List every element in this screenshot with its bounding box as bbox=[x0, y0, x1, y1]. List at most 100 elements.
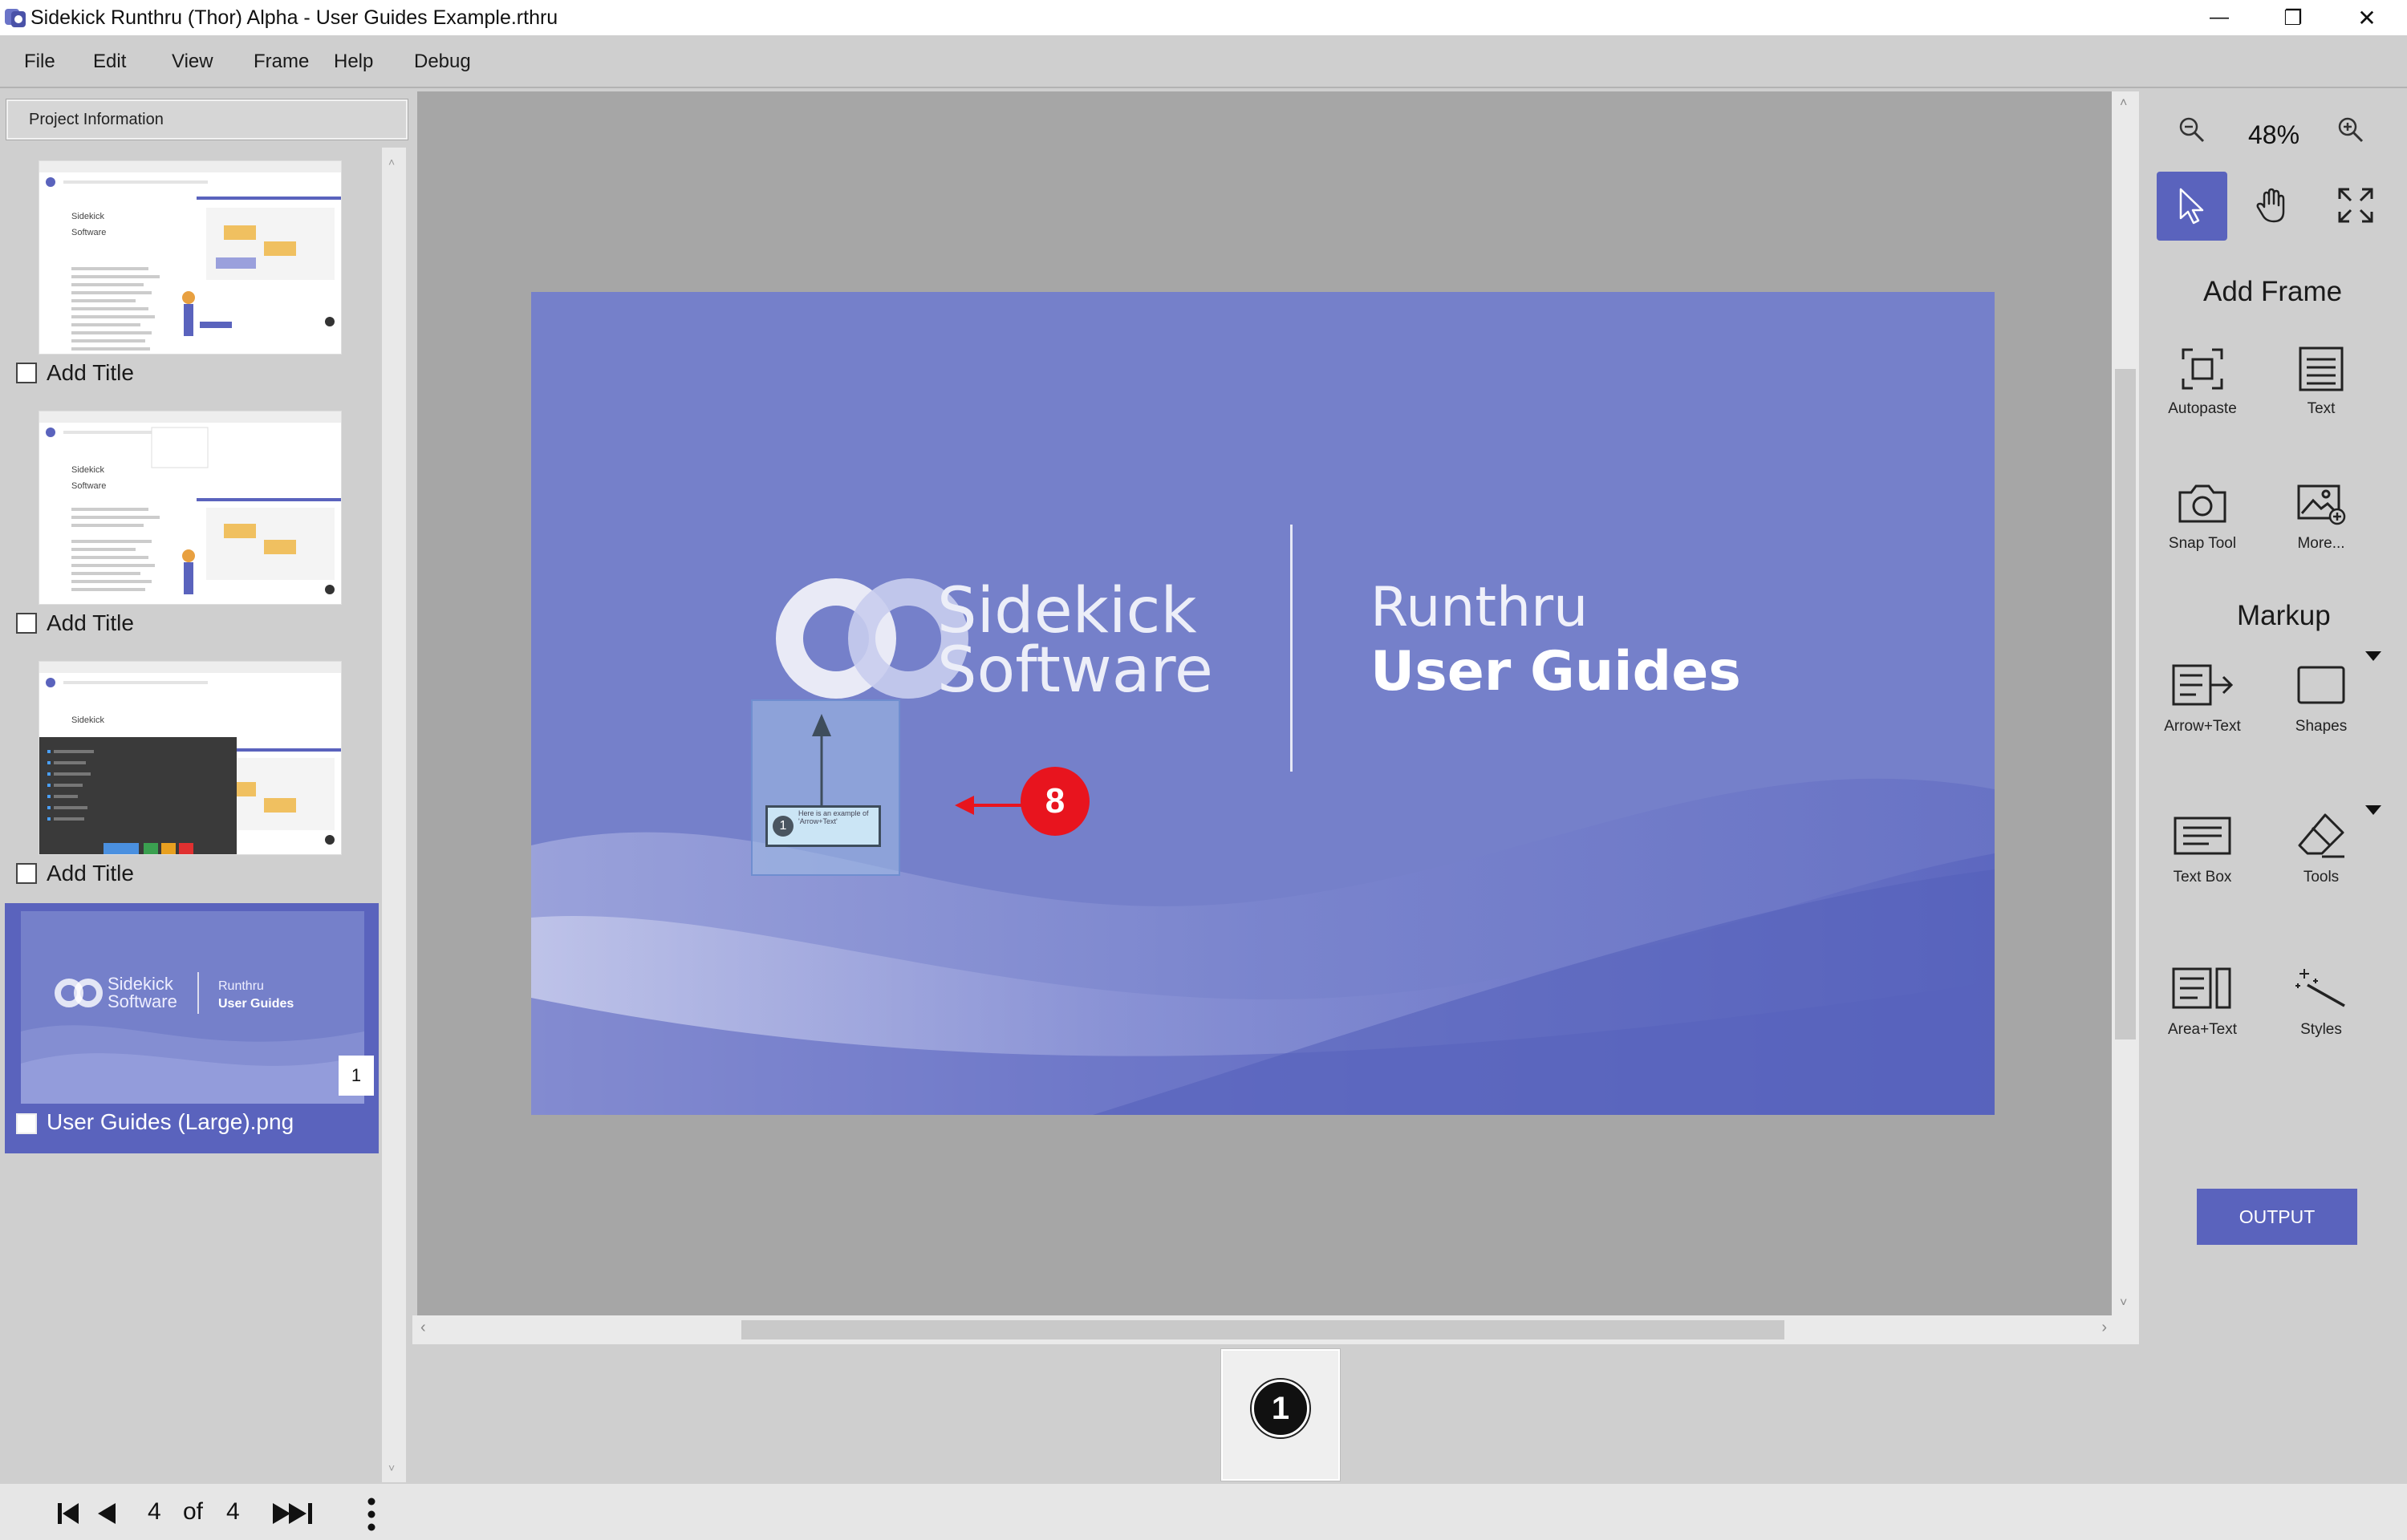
horizontal-scroll-thumb[interactable] bbox=[741, 1320, 1784, 1339]
styles-tool[interactable]: Styles bbox=[2261, 964, 2381, 1039]
minimize-icon: — bbox=[2210, 6, 2229, 28]
arrow-text-label: Arrow+Text bbox=[2164, 718, 2241, 735]
mini-brand-line2: Software bbox=[108, 991, 177, 1011]
slide-image[interactable]: Sidekick Software Runthru User Guides 1 … bbox=[531, 292, 1995, 1115]
magic-wand-icon bbox=[2295, 969, 2345, 1007]
frame-checkbox-3[interactable] bbox=[16, 863, 37, 884]
restore-icon: ❐ bbox=[2283, 5, 2303, 30]
shapes-dropdown-icon[interactable] bbox=[2365, 651, 2381, 663]
minimize-button[interactable]: — bbox=[2182, 0, 2256, 35]
slide-brand-line1: Sidekick bbox=[937, 575, 1197, 647]
area-text-tool[interactable]: Area+Text bbox=[2142, 964, 2263, 1039]
scroll-right-arrow-icon[interactable]: › bbox=[2101, 1319, 2107, 1337]
text-frame-tool[interactable]: Text bbox=[2261, 346, 2381, 418]
callout-number-badge: 1 bbox=[773, 816, 794, 837]
hand-pan-icon[interactable] bbox=[2255, 188, 2290, 225]
arrow-text-icon bbox=[2172, 664, 2234, 706]
scroll-up-arrow-icon[interactable]: ˄ bbox=[2120, 96, 2127, 111]
mini-title-line2: User Guides bbox=[218, 997, 294, 1011]
restore-button[interactable]: ❐ bbox=[2256, 0, 2330, 35]
frame-title-2[interactable]: Add Title bbox=[47, 610, 134, 637]
thumb-brand-line2: Software bbox=[71, 228, 106, 237]
autopaste-tool[interactable]: Autopaste bbox=[2142, 346, 2263, 418]
menu-file[interactable]: File bbox=[24, 50, 55, 74]
snap-tool-label: Snap Tool bbox=[2168, 535, 2237, 552]
menu-view[interactable]: View bbox=[172, 50, 213, 74]
tools-dropdown-icon[interactable] bbox=[2365, 805, 2381, 817]
callout-text: Here is an example of 'Arrow+Text' bbox=[798, 809, 869, 825]
app-logo-icon bbox=[5, 9, 26, 27]
frame-title-1[interactable]: Add Title bbox=[47, 359, 134, 387]
zoom-level: 48% bbox=[2248, 120, 2300, 149]
window-title: Sidekick Runthru (Thor) Alpha - User Gui… bbox=[30, 6, 558, 29]
menu-help[interactable]: Help bbox=[334, 50, 373, 74]
camera-icon bbox=[2178, 484, 2226, 523]
tools-tool[interactable]: Tools bbox=[2261, 812, 2381, 886]
thumbnail-preview-3: Sidekick bbox=[39, 662, 341, 854]
tools-panel: 48% Add Frame Autopaste Text Snap Tool M… bbox=[2139, 90, 2407, 1484]
thumb-brand-line1: Sidekick bbox=[71, 465, 104, 475]
menu-bar: File Edit View Frame Help Debug bbox=[0, 35, 2407, 88]
previous-frame-icon[interactable] bbox=[96, 1502, 117, 1526]
frames-scrollbar[interactable]: ˄ ˅ bbox=[382, 148, 406, 1482]
styles-label: Styles bbox=[2300, 1021, 2342, 1038]
thumb-brand-line1: Sidekick bbox=[71, 715, 104, 725]
step-marker-badge[interactable]: 8 bbox=[1021, 767, 1090, 836]
canvas-horizontal-scrollbar[interactable]: ‹ › bbox=[412, 1315, 2139, 1344]
scroll-down-arrow-icon[interactable]: ˅ bbox=[2120, 1296, 2127, 1311]
frame-thumbnail-1[interactable]: Sidekick Software bbox=[39, 160, 342, 355]
frame-title-4[interactable]: User Guides (Large).png bbox=[47, 1108, 294, 1136]
more-frame-types-tool[interactable]: More... bbox=[2261, 481, 2381, 553]
frame-thumbnail-2[interactable]: Sidekick Software bbox=[39, 411, 342, 605]
markup-heading: Markup bbox=[2237, 600, 2331, 631]
area-text-label: Area+Text bbox=[2167, 1021, 2238, 1038]
shapes-tool[interactable]: Shapes bbox=[2261, 661, 2381, 736]
frames-panel: Project Information Sidekick Software Ad… bbox=[0, 90, 412, 1482]
markup-number-badge: 1 bbox=[1250, 1378, 1311, 1439]
markup-thumbnail[interactable]: 1 bbox=[1220, 1348, 1341, 1481]
first-frame-icon[interactable] bbox=[58, 1502, 80, 1526]
text-box-icon bbox=[2174, 817, 2231, 855]
more-options-icon[interactable] bbox=[366, 1497, 377, 1532]
output-button[interactable]: OUTPUT bbox=[2197, 1189, 2357, 1245]
thumbnail-preview-1: Sidekick Software bbox=[39, 161, 341, 351]
scroll-left-arrow-icon[interactable]: ‹ bbox=[420, 1319, 426, 1337]
markup-callout-box[interactable]: 1 Here is an example of 'Arrow+Text' bbox=[765, 805, 881, 847]
frame-checkbox-2[interactable] bbox=[16, 613, 37, 634]
zoom-in-icon[interactable] bbox=[2336, 116, 2365, 144]
last-frame-icon[interactable] bbox=[271, 1502, 318, 1526]
tools-label: Tools bbox=[2303, 869, 2340, 886]
cursor-arrow-icon bbox=[2179, 188, 2204, 225]
menu-edit[interactable]: Edit bbox=[93, 50, 126, 74]
markup-arrow-icon bbox=[812, 714, 831, 805]
menu-debug[interactable]: Debug bbox=[414, 50, 471, 74]
text-label: Text bbox=[2307, 400, 2336, 417]
frame-item-selected[interactable]: Sidekick Software Runthru User Guides 1 … bbox=[5, 903, 379, 1153]
canvas-vertical-scrollbar[interactable]: ˄ ˅ bbox=[2112, 91, 2139, 1315]
frame-navigation-bar: 4 of 4 bbox=[0, 1484, 2407, 1540]
snap-tool[interactable]: Snap Tool bbox=[2142, 481, 2263, 553]
thumbnail-preview-2: Sidekick Software bbox=[39, 411, 341, 594]
text-box-label: Text Box bbox=[2173, 869, 2232, 886]
select-tool-button[interactable] bbox=[2157, 172, 2227, 241]
frame-checkbox-4[interactable] bbox=[16, 1113, 37, 1134]
vertical-scroll-thumb[interactable] bbox=[2115, 369, 2136, 1040]
frame-checkbox-1[interactable] bbox=[16, 363, 37, 383]
menu-frame[interactable]: Frame bbox=[254, 50, 309, 74]
more-label: More... bbox=[2297, 535, 2345, 552]
add-image-icon bbox=[2297, 484, 2346, 525]
scroll-up-arrow-icon[interactable]: ˄ bbox=[388, 156, 395, 168]
fit-to-screen-icon[interactable] bbox=[2336, 186, 2375, 225]
frame-thumbnail-3[interactable]: Sidekick bbox=[39, 661, 342, 855]
scroll-down-arrow-icon[interactable]: ˅ bbox=[388, 1461, 395, 1474]
zoom-out-icon[interactable] bbox=[2178, 116, 2206, 144]
eraser-icon bbox=[2298, 813, 2344, 858]
current-frame-number: 4 bbox=[148, 1498, 161, 1525]
arrow-text-markup[interactable]: 1 Here is an example of 'Arrow+Text' bbox=[751, 699, 900, 876]
close-window-button[interactable]: ✕ bbox=[2330, 0, 2404, 35]
arrow-text-tool[interactable]: Arrow+Text bbox=[2142, 661, 2263, 736]
project-information-button[interactable]: Project Information bbox=[6, 99, 408, 140]
area-text-icon bbox=[2172, 967, 2231, 1009]
text-box-tool[interactable]: Text Box bbox=[2142, 812, 2263, 886]
frame-title-3[interactable]: Add Title bbox=[47, 860, 134, 887]
